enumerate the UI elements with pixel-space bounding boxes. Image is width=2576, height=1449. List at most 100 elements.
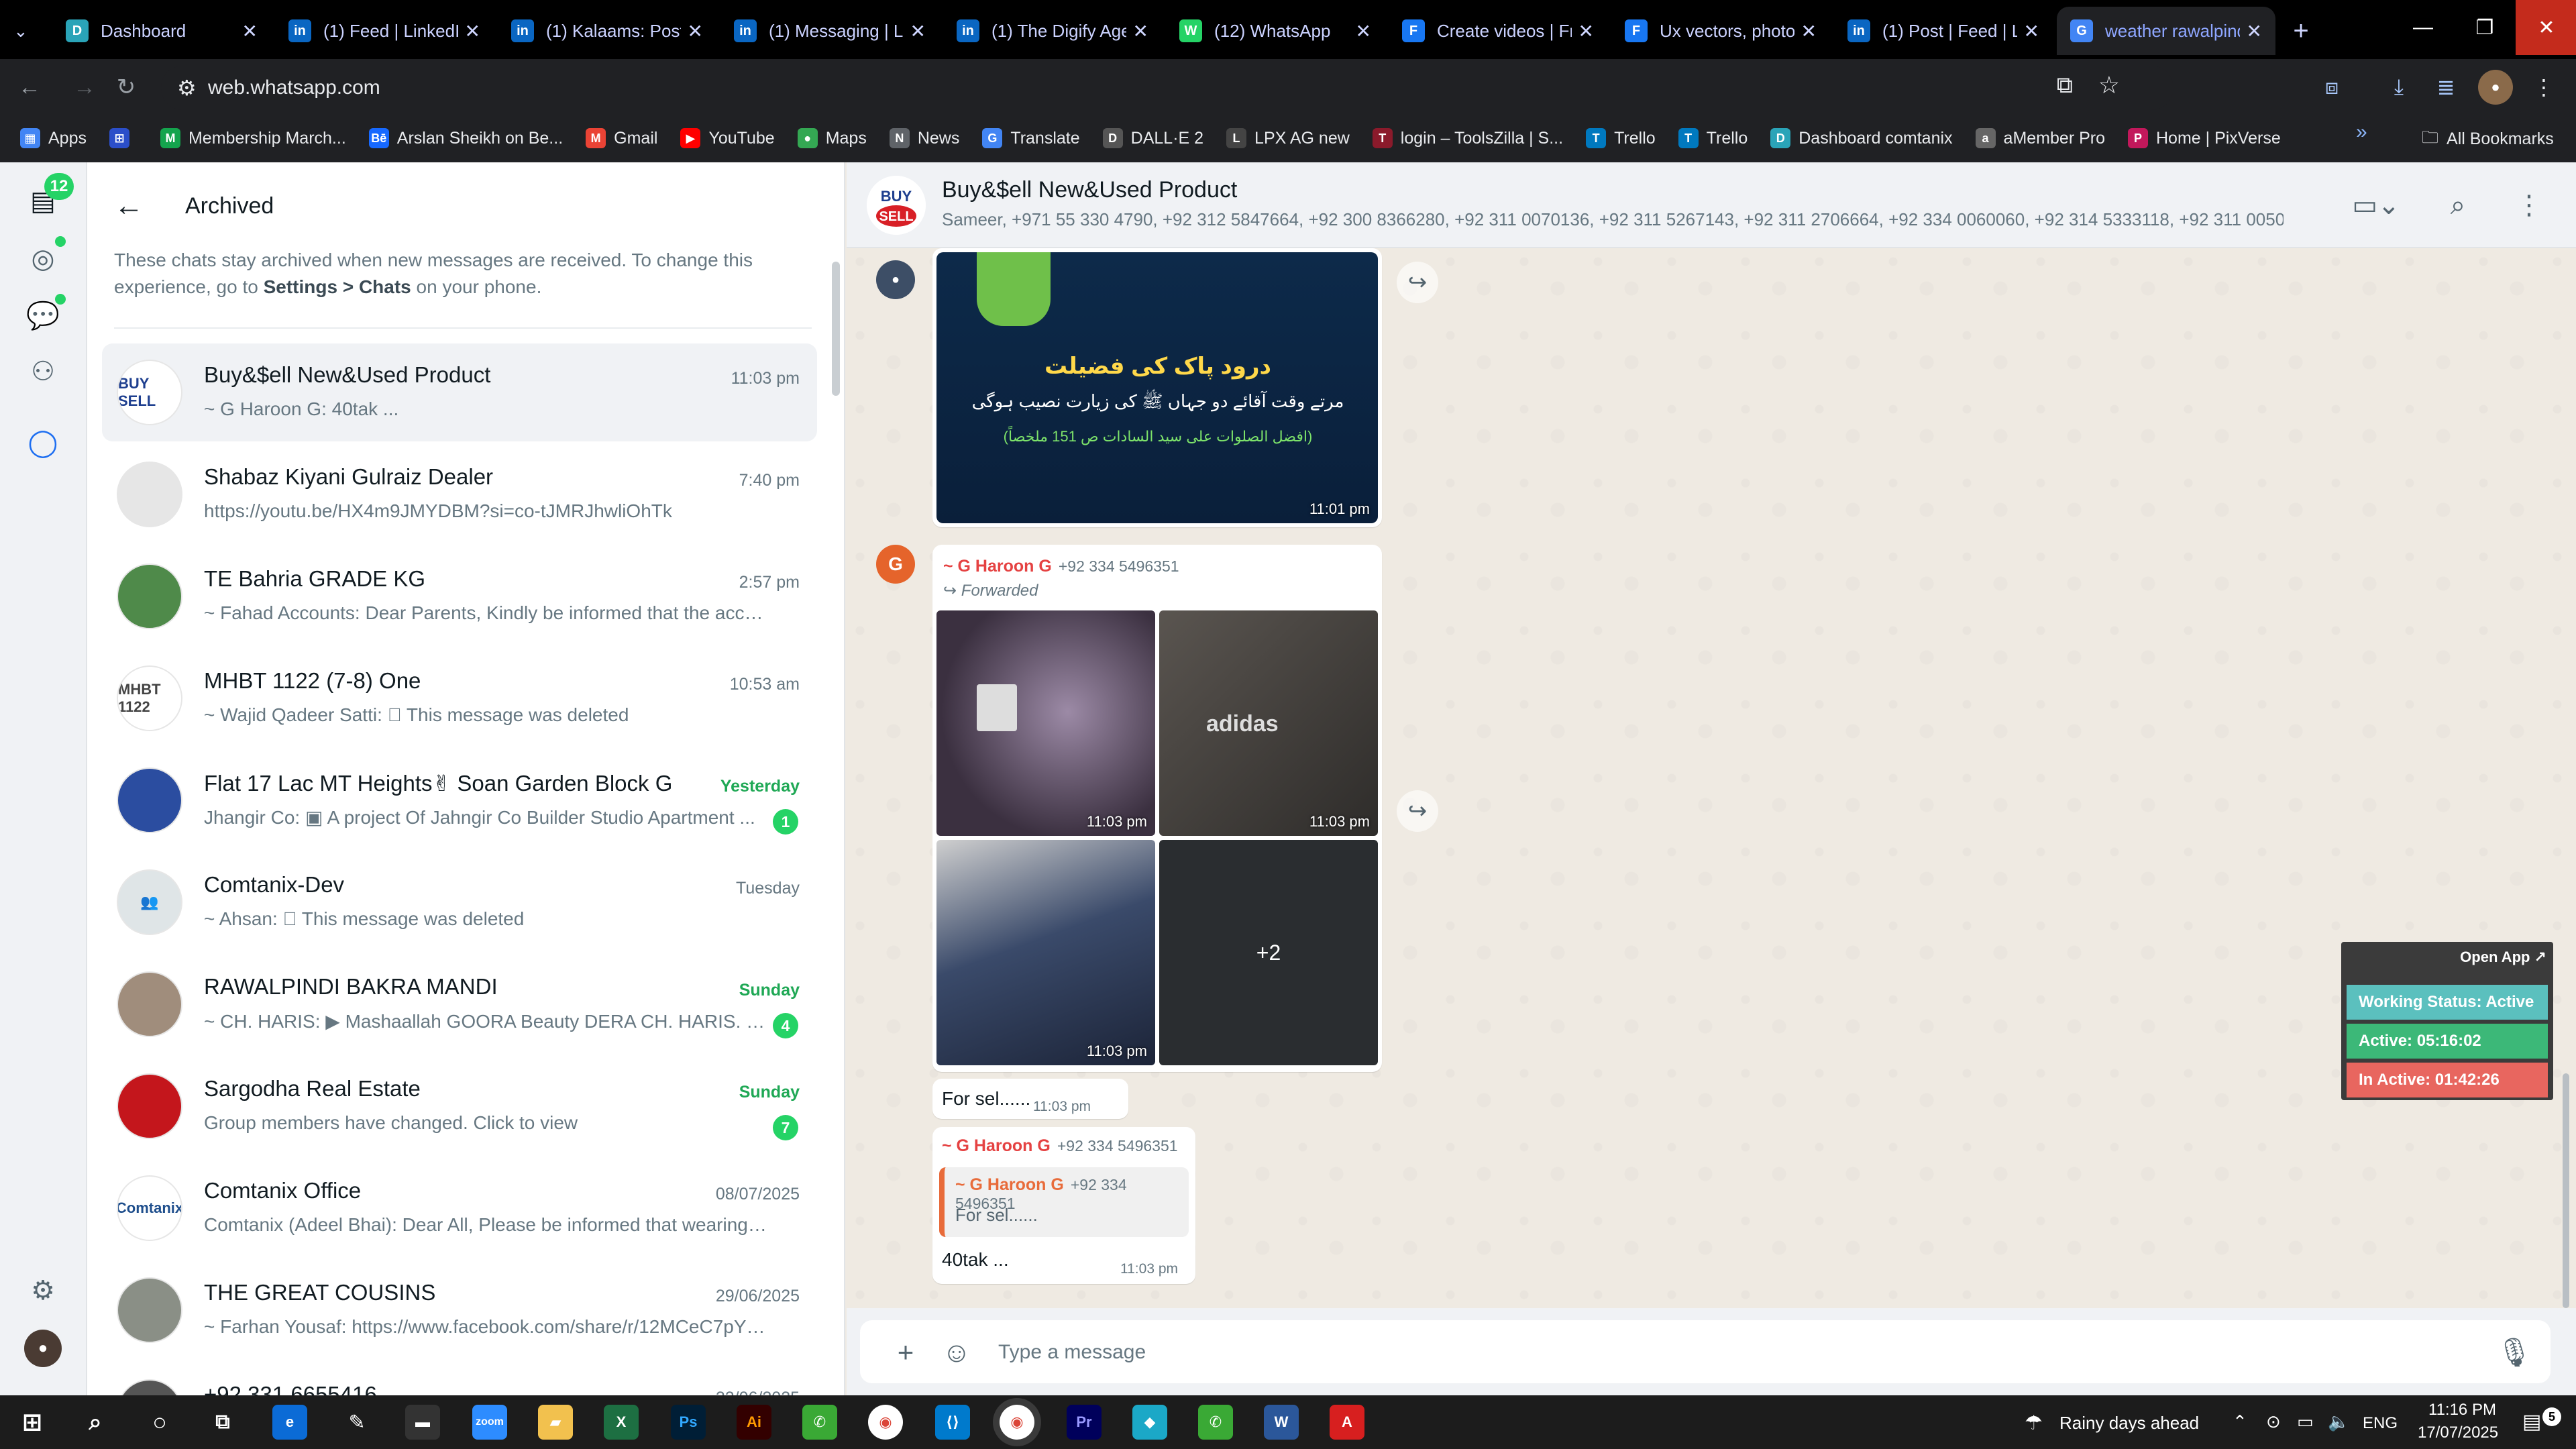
tab-close-icon[interactable]: ✕	[688, 20, 703, 42]
close-window-icon[interactable]: ✕	[2516, 0, 2576, 55]
all-bookmarks[interactable]: 🗀 All Bookmarks	[2422, 125, 2554, 154]
chat-item[interactable]: Comtanix Comtanix Office 08/07/2025 Comtani…	[102, 1159, 817, 1257]
browser-tab[interactable]: in (1) Post | Feed | LinkedIn ✕	[1834, 7, 2053, 55]
menu-icon[interactable]: ⋮	[2510, 186, 2548, 224]
browser-tab[interactable]: in (1) The Digify Agency ✕	[943, 7, 1162, 55]
bookmark-item[interactable]: Bē Arslan Sheikh on Be...	[368, 128, 563, 148]
tab-close-icon[interactable]: ✕	[910, 20, 926, 42]
chat-item[interactable]: Sargodha Real Estate Sunday Group members …	[102, 1057, 817, 1155]
minimize-icon[interactable]: —	[2392, 0, 2454, 55]
open-app-link[interactable]: Open App ↗	[2460, 949, 2546, 966]
tab-search-dropdown[interactable]: ⌄	[0, 7, 51, 55]
browser-tab[interactable]: F Create videos | Free ✕	[1389, 7, 1607, 55]
bookmark-item[interactable]: M Membership March...	[160, 128, 346, 148]
terminal-icon[interactable]: ▬	[405, 1405, 440, 1440]
sender-avatar[interactable]: G	[876, 545, 915, 584]
settings-icon[interactable]: ⚙	[24, 1272, 62, 1309]
forward-icon[interactable]: →	[64, 67, 105, 107]
task-view-icon[interactable]: ⧉	[205, 1405, 240, 1440]
vscode-icon[interactable]: ⟨⟩	[935, 1405, 970, 1440]
bookmark-item[interactable]: ● Maps	[797, 128, 867, 148]
back-icon[interactable]: ←	[9, 67, 50, 107]
chat-item[interactable]: 👥 Comtanix-Dev Tuesday ~ Ahsan: ⃠ This mess…	[102, 853, 817, 951]
chat-item[interactable]: Shabaz Kiyani Gulraiz Dealer 7:40 pm https…	[102, 445, 817, 543]
tab-close-icon[interactable]: ✕	[2024, 20, 2039, 42]
bookmark-item[interactable]: D DALL·E 2	[1102, 128, 1203, 148]
chat-item[interactable]: TE Bahria GRADE KG 2:57 pm ~ Fahad Account…	[102, 547, 817, 645]
chrome-icon[interactable]: ◉	[868, 1405, 903, 1440]
image-message[interactable]: درود پاک کی فضیلت مرتے وقت آقائے دو جہاں…	[932, 248, 1382, 527]
status-icon[interactable]: ◎	[24, 240, 62, 278]
album-image-2[interactable]: adidas 11:03 pm	[1159, 610, 1378, 836]
tab-close-icon[interactable]: ✕	[1133, 20, 1148, 42]
browser-tab[interactable]: in (1) Messaging | LinkedIn ✕	[720, 7, 939, 55]
profile-avatar[interactable]: ●	[24, 1330, 62, 1367]
excel-icon[interactable]: X	[604, 1405, 639, 1440]
reply-message[interactable]: ~ G Haroon G +92 334 5496351 ~ G Haroon G…	[932, 1127, 1195, 1284]
browser-tab[interactable]: in (1) Kalaams: Posts ✕	[498, 7, 716, 55]
clock-date[interactable]: 17/07/2025	[2418, 1424, 2498, 1442]
weather-icon[interactable]: ☂	[2025, 1411, 2043, 1435]
attach-plus-icon[interactable]: +	[888, 1335, 923, 1370]
volume-icon[interactable]: 🔈	[2328, 1411, 2349, 1432]
communities-icon[interactable]: ⚇	[24, 353, 62, 390]
search-icon[interactable]: ⌕	[78, 1405, 113, 1440]
meta-ai-icon[interactable]: ◯	[24, 424, 62, 462]
chat-item[interactable]: Flat 17 Lac MT Heights✌ Soan Garden Bloc…	[102, 751, 817, 849]
bookmark-item[interactable]: ▦ Apps	[20, 128, 87, 148]
back-arrow-icon[interactable]: ←	[114, 189, 161, 223]
tab-close-icon[interactable]: ✕	[1578, 20, 1594, 42]
premiere-icon[interactable]: Pr	[1067, 1405, 1102, 1440]
search-icon[interactable]: ⌕	[2439, 186, 2477, 224]
album-more-images[interactable]: +2	[1159, 840, 1378, 1065]
site-info-icon[interactable]: ⚙	[177, 75, 197, 101]
album-message[interactable]: ~ G Haroon G +92 334 5496351 ↪ Forwarded …	[932, 545, 1382, 1072]
restore-icon[interactable]: ❐	[2454, 0, 2516, 55]
bookmark-item[interactable]: ▶ YouTube	[680, 128, 775, 148]
cortana-icon[interactable]: ○	[142, 1405, 177, 1440]
phone-app-icon-2[interactable]: ✆	[1198, 1405, 1233, 1440]
weather-text[interactable]: Rainy days ahead	[2059, 1413, 2199, 1434]
text-message[interactable]: For sel...... 11:03 pm	[932, 1079, 1128, 1119]
bookmark-item[interactable]: P Home | PixVerse	[2128, 128, 2281, 148]
emoji-sticker-icon[interactable]: ☺	[939, 1335, 974, 1370]
notifications-icon[interactable]: ▤	[2522, 1410, 2541, 1434]
bookmark-star-icon[interactable]: ☆	[2098, 71, 2120, 99]
conversation-header[interactable]: BUY SELL Buy&$ell New&Used Product Samee…	[847, 162, 2576, 248]
file-explorer-icon[interactable]: ▰	[538, 1405, 573, 1440]
photoshop-icon[interactable]: Ps	[671, 1405, 706, 1440]
zoom-icon[interactable]: zoom	[472, 1405, 507, 1440]
tab-close-icon[interactable]: ✕	[1356, 20, 1371, 42]
tab-close-icon[interactable]: ✕	[465, 20, 480, 42]
extensions-icon[interactable]: ⧈	[2314, 70, 2349, 105]
microphone-icon[interactable]: 🎙	[2496, 1335, 2532, 1370]
sender-name[interactable]: ~ G Haroon G	[943, 557, 1052, 576]
album-image-1[interactable]: 11:03 pm	[936, 610, 1155, 836]
album-image-3[interactable]: 11:03 pm	[936, 840, 1155, 1065]
video-call-icon[interactable]: ▭⌄	[2343, 186, 2410, 224]
language-indicator[interactable]: ENG	[2363, 1414, 2398, 1433]
bookmark-item[interactable]: L LPX AG new	[1226, 128, 1350, 148]
tab-search-icon[interactable]: ≣	[2428, 70, 2463, 105]
bookmark-item[interactable]: M Gmail	[586, 128, 657, 148]
acrobat-icon[interactable]: A	[1330, 1405, 1364, 1440]
forward-icon[interactable]: ↪	[1397, 790, 1438, 832]
more-bookmarks-icon[interactable]: »	[2356, 121, 2367, 144]
settings-chats-link[interactable]: Settings > Chats	[264, 276, 411, 297]
bookmark-item[interactable]: T Trello	[1678, 128, 1748, 148]
new-tab-button[interactable]: +	[2277, 7, 2324, 55]
sender-name[interactable]: ~ G Haroon G	[942, 1136, 1051, 1155]
islamic-banner-image[interactable]: درود پاک کی فضیلت مرتے وقت آقائے دو جہاں…	[936, 252, 1378, 523]
browser-tab[interactable]: F Ux vectors, photos ✕	[1611, 7, 1830, 55]
downloads-icon[interactable]: ⤓	[2381, 70, 2416, 105]
chat-item[interactable]: BUY SELL Buy&$ell New&Used Product 11:03 p…	[102, 343, 817, 441]
tab-close-icon[interactable]: ✕	[242, 20, 258, 42]
chrome-active-icon[interactable]: ◉	[1000, 1405, 1034, 1440]
phone-app-icon[interactable]: ✆	[802, 1405, 837, 1440]
pen-icon[interactable]: ✎	[339, 1405, 374, 1440]
bookmark-item[interactable]: ⊞	[109, 128, 138, 148]
profile-avatar[interactable]: ●	[2478, 70, 2513, 105]
bookmark-item[interactable]: G Translate	[982, 128, 1080, 148]
tray-app-icon[interactable]: ⊙	[2266, 1411, 2281, 1432]
browser-tab[interactable]: in (1) Feed | LinkedIn ✕	[275, 7, 494, 55]
